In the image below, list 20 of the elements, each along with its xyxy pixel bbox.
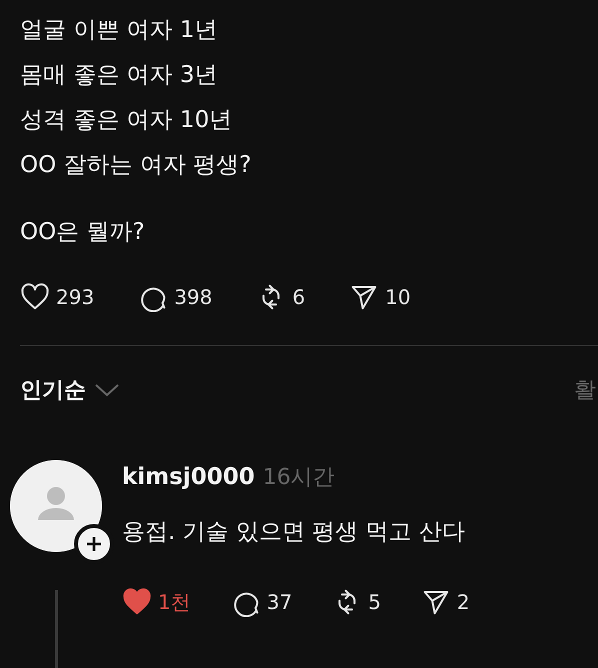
- post-text-line: OO 잘하는 여자 평생?: [20, 151, 252, 180]
- heart-icon[interactable]: [20, 282, 50, 312]
- comment-time: 16시간: [262, 464, 335, 492]
- username[interactable]: kimsj0000: [122, 464, 255, 490]
- post-text-line: 성격 좋은 여자 10년: [20, 106, 234, 135]
- comment-text: 용접. 기술 있으면 평생 먹고 산다: [122, 518, 466, 547]
- like-count: 1천: [158, 588, 191, 616]
- sort-dropdown[interactable]: 인기순: [20, 375, 86, 405]
- post-question: OO은 뭘까?: [20, 218, 146, 247]
- like-count: 293: [56, 285, 94, 309]
- post-text-line: 몸매 좋은 여자 3년: [20, 61, 219, 90]
- share-count: 10: [385, 285, 411, 309]
- comment-count: 37: [266, 590, 292, 614]
- comment-count: 398: [174, 285, 212, 309]
- share-count: 2: [456, 590, 470, 614]
- avatar[interactable]: [10, 460, 102, 552]
- chevron-icon[interactable]: [94, 382, 120, 398]
- post-text-line: 얼굴 이쁜 여자 1년: [20, 16, 219, 45]
- repost-count: 6: [292, 285, 306, 309]
- repost-count: 5: [368, 590, 381, 614]
